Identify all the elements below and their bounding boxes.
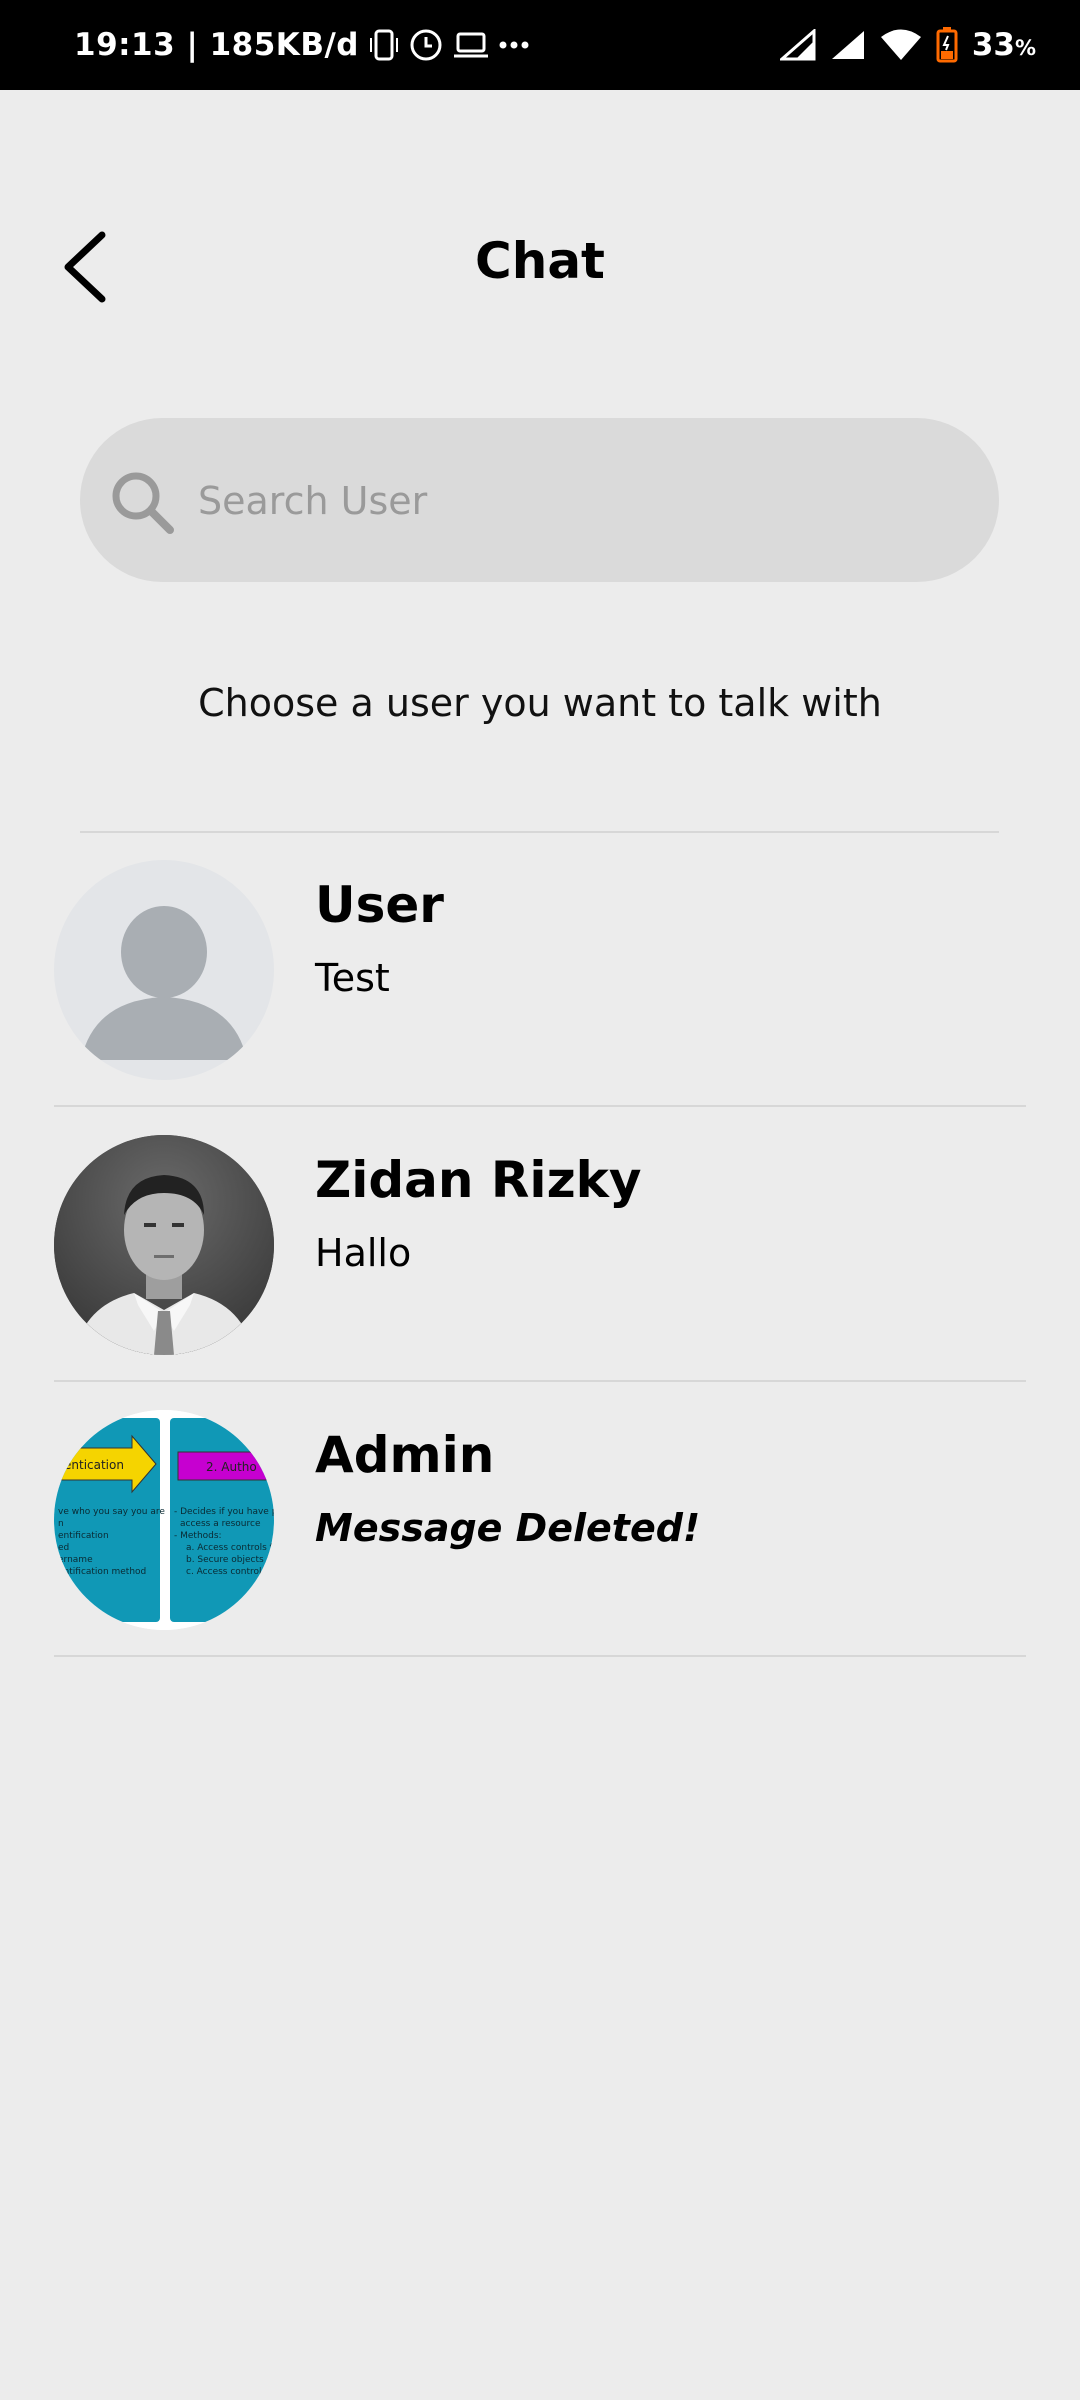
- status-right: 33%: [779, 0, 1036, 90]
- slide-left-banner: entication: [64, 1458, 124, 1472]
- slide-left-line: entification: [58, 1531, 109, 1541]
- default-avatar: [54, 860, 274, 1080]
- chat-last-message: Hallo: [315, 1231, 412, 1275]
- slide-left-line: entification method: [58, 1567, 146, 1577]
- search-icon: [112, 472, 174, 534]
- more-dots-icon: [499, 41, 529, 49]
- slide-left-line: ed: [58, 1543, 69, 1553]
- slide-right-line: - Decides if you have pe: [174, 1507, 274, 1517]
- photo-avatar: [54, 1135, 274, 1355]
- chat-name: User: [315, 876, 444, 934]
- chat-last-message: Test: [315, 956, 390, 1000]
- list-divider-top: [80, 831, 999, 833]
- image-avatar: entication 2. Autho ve who you say you a…: [54, 1410, 274, 1630]
- search-input[interactable]: [198, 458, 958, 544]
- list-item[interactable]: User Test: [54, 860, 1026, 1134]
- list-item[interactable]: entication 2. Autho ve who you say you a…: [54, 1410, 1026, 1684]
- status-time-speed: 19:13 | 185KB/d: [74, 27, 359, 63]
- chat-name: Admin: [315, 1426, 495, 1484]
- profile-photo: [54, 1135, 274, 1355]
- battery-icon: [936, 27, 958, 63]
- signal-icon: [779, 29, 816, 61]
- slide-image: entication 2. Autho ve who you say you a…: [54, 1410, 274, 1630]
- page-title: Chat: [475, 232, 605, 290]
- slide-left-line: ve who you say you are: [58, 1507, 165, 1517]
- status-bar: 19:13 | 185KB/d 33%: [0, 0, 1080, 90]
- slide-right-line: b. Secure objects a: [186, 1555, 272, 1565]
- search-bar[interactable]: [80, 418, 999, 582]
- slide-right-line: c. Access control: [186, 1567, 262, 1577]
- battery-percent: 33%: [971, 27, 1036, 63]
- clock-icon: [410, 29, 442, 61]
- slide-right-line: access a resource: [180, 1519, 261, 1529]
- laptop-icon: [453, 32, 488, 58]
- wifi-icon: [880, 29, 921, 60]
- chat-last-message-deleted: Message Deleted!: [315, 1506, 701, 1550]
- list-item[interactable]: Zidan Rizky Hallo: [54, 1135, 1026, 1409]
- slide-right-line: - Methods:: [174, 1531, 222, 1541]
- vibrate-icon: [369, 29, 398, 61]
- hint-text: Choose a user you want to talk with: [198, 681, 882, 725]
- slide-left-line: ername: [58, 1555, 93, 1565]
- status-left: 19:13 | 185KB/d: [74, 0, 529, 90]
- slide-right-banner: 2. Autho: [206, 1460, 257, 1474]
- slide-left-line: n: [58, 1519, 64, 1529]
- signal-icon-2: [831, 31, 864, 59]
- chat-name: Zidan Rizky: [315, 1151, 642, 1209]
- slide-right-line: a. Access controls fo: [186, 1543, 274, 1553]
- person-icon: [81, 906, 247, 1060]
